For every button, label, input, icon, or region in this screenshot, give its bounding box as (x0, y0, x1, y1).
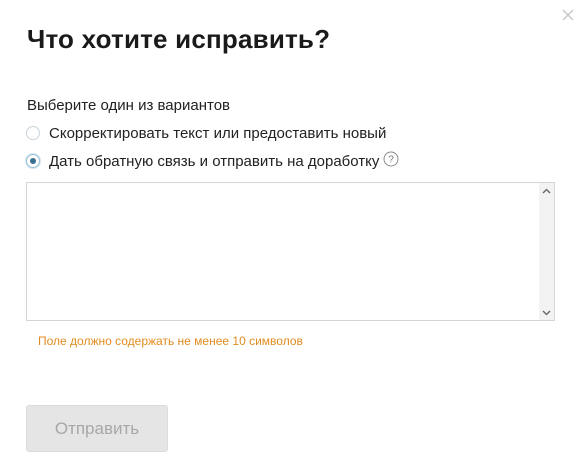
validation-error: Поле должно содержать не менее 10 символ… (38, 334, 303, 348)
feedback-textarea-wrapper (26, 182, 555, 321)
option-send-feedback-label: Дать обратную связь и отправить на дораб… (49, 152, 380, 170)
scroll-up-arrow-icon[interactable] (539, 183, 554, 198)
feedback-dialog: Что хотите исправить? Выберите один из в… (0, 0, 582, 472)
radio-correct-text[interactable] (26, 126, 40, 140)
scroll-down-arrow-icon[interactable] (539, 305, 554, 320)
options-prompt: Выберите один из вариантов (27, 97, 231, 114)
close-icon[interactable] (560, 7, 576, 23)
feedback-textarea[interactable] (27, 183, 539, 320)
option-correct-text[interactable]: Скорректировать текст или предоставить н… (26, 122, 386, 144)
option-send-feedback[interactable]: Дать обратную связь и отправить на дораб… (26, 150, 399, 172)
svg-text:?: ? (389, 155, 395, 166)
textarea-scrollbar[interactable] (539, 183, 554, 320)
submit-button[interactable]: Отправить (26, 405, 168, 452)
radio-send-feedback[interactable] (26, 154, 40, 168)
help-icon[interactable]: ? (383, 151, 399, 167)
option-correct-text-label: Скорректировать текст или предоставить н… (49, 124, 387, 142)
dialog-title: Что хотите исправить? (27, 24, 331, 54)
